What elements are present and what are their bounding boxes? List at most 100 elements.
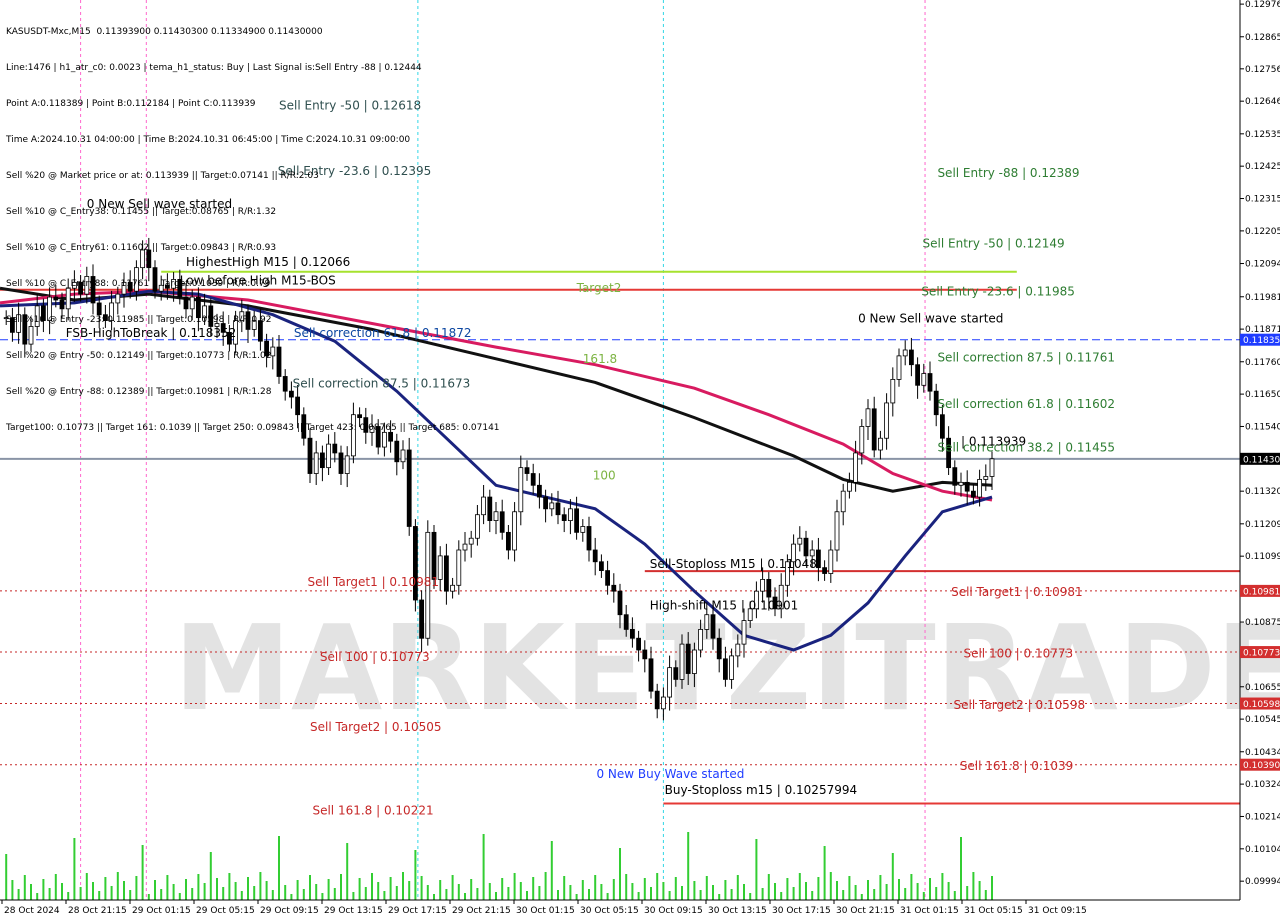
candle-body <box>896 355 902 380</box>
candle-body <box>828 549 834 574</box>
chart-annotation: Sell Target2 | 0.10598 <box>954 698 1086 712</box>
candle-body <box>561 514 567 521</box>
y-tick-label: 0.10104 <box>1245 845 1280 855</box>
candle-body <box>797 537 803 545</box>
chart-annotation: 0 New Buy Wave started <box>596 767 744 781</box>
candle-body <box>630 629 635 639</box>
candle-body <box>977 479 982 498</box>
y-tick-label: 0.11981 <box>1245 293 1280 303</box>
candle-body <box>419 599 425 639</box>
candle-body <box>530 473 536 486</box>
candle-body <box>512 511 517 551</box>
candle-body <box>543 496 548 510</box>
candle-body <box>971 490 976 498</box>
candle-body <box>698 629 703 651</box>
x-tick-label: 28 Oct 21:15 <box>68 906 127 916</box>
candle-body <box>648 658 654 692</box>
y-tick-label: 0.09994 <box>1245 877 1280 887</box>
chart-annotation: Sell correction 87.5 | 0.11761 <box>937 350 1115 364</box>
x-tick-label: 31 Oct 01:15 <box>900 906 959 916</box>
candle-body <box>735 643 741 657</box>
candle-body <box>915 364 920 386</box>
candle-body <box>667 667 672 698</box>
price-badge-label: 0.11835 <box>1243 336 1280 346</box>
candle-body <box>623 614 629 630</box>
chart-annotation: Target2 <box>576 281 622 295</box>
chart-annotation: Sell Target2 | 0.10505 <box>310 720 442 734</box>
candle-body <box>555 502 561 516</box>
chart-annotation: Sell 161.8 | 0.1039 <box>960 759 1074 773</box>
chart-annotation: 100 <box>593 468 616 482</box>
candle-body <box>940 414 945 439</box>
chart-annotation: Sell Target1 | 0.10981 <box>951 585 1083 599</box>
info-line: Point A:0.118389 | Point B:0.112184 | Po… <box>6 99 256 109</box>
candle-body <box>723 658 728 680</box>
candle-body <box>859 426 865 454</box>
candle-body <box>505 531 511 551</box>
candle-body <box>592 549 598 563</box>
candle-body <box>679 643 685 680</box>
y-tick-label: 0.11320 <box>1245 487 1280 497</box>
candle-body <box>704 614 710 630</box>
candle-body <box>983 476 989 480</box>
candle-body <box>443 555 449 592</box>
y-tick-label: 0.12756 <box>1245 65 1280 75</box>
candle-body <box>487 496 493 521</box>
y-tick-label: 0.11650 <box>1245 390 1280 400</box>
candle-body <box>605 570 610 586</box>
y-tick-label: 0.11209 <box>1245 520 1280 530</box>
candle-body <box>524 467 530 474</box>
info-line: Sell %10 @ C_Entry88: 0.11761 || Target:… <box>6 279 271 289</box>
candle-body <box>617 590 623 616</box>
candle-body <box>611 584 617 592</box>
candle-body <box>319 452 325 469</box>
candle-body <box>654 690 660 710</box>
candle-body <box>692 649 697 674</box>
candle-body <box>902 349 908 357</box>
chart-annotation: Sell Target1 | 0.10981 <box>308 575 440 589</box>
candle-body <box>599 561 604 571</box>
candle-body <box>840 490 846 513</box>
x-tick-label: 30 Oct 17:15 <box>772 906 831 916</box>
y-tick-label: 0.11871 <box>1245 325 1280 335</box>
y-tick-label: 0.12425 <box>1245 162 1280 172</box>
chart-annotation: Sell 100 | 0.10773 <box>320 650 430 664</box>
candle-body <box>766 579 772 598</box>
candle-body <box>642 649 648 660</box>
indicator-info-panel: KASUSDT-Mxc,M15 0.11393900 0.11430300 0.… <box>6 2 500 446</box>
price-badge-label: 0.10598 <box>1243 700 1280 710</box>
info-line: Line:1476 | h1_atr_c0: 0.0023 | tema_h1_… <box>6 63 422 73</box>
y-tick-label: 0.11540 <box>1245 422 1280 432</box>
x-tick-label: 31 Oct 09:15 <box>1028 906 1087 916</box>
x-tick-label: 29 Oct 05:15 <box>196 906 255 916</box>
candle-body <box>568 508 573 521</box>
candle-body <box>884 402 889 439</box>
y-tick-label: 0.10875 <box>1245 618 1280 628</box>
chart-annotation: High-shift M15 | 0.10901 <box>650 598 799 612</box>
y-tick-label: 0.12205 <box>1245 227 1280 237</box>
info-line: KASUSDT-Mxc,M15 0.11393900 0.11430300 0.… <box>6 27 323 37</box>
y-tick-label: 0.10324 <box>1245 780 1280 790</box>
candle-body <box>673 667 679 680</box>
candle-body <box>741 620 747 645</box>
candle-body <box>847 481 852 492</box>
x-tick-label: 29 Oct 21:15 <box>452 906 511 916</box>
candle-body <box>909 349 914 366</box>
y-tick-label: 0.12535 <box>1245 130 1280 140</box>
candle-body <box>865 408 871 427</box>
candle-body <box>493 511 499 521</box>
y-tick-label: 0.10214 <box>1245 812 1280 822</box>
candle-body <box>890 379 896 404</box>
candle-body <box>499 511 505 533</box>
x-tick-label: 28 Oct 2024 <box>4 906 60 916</box>
candle-body <box>412 526 418 601</box>
x-tick-label: 30 Oct 09:15 <box>644 906 703 916</box>
candle-body <box>661 696 666 710</box>
y-tick-label: 0.10655 <box>1245 683 1280 693</box>
info-line: Sell %20 @ Entry -50: 0.12149 || Target:… <box>6 351 272 361</box>
candle-body <box>431 531 437 580</box>
candle-body <box>549 502 555 510</box>
candle-body <box>574 508 579 533</box>
chart-annotation: Sell-Stoploss M15 | 0.11048 <box>650 557 817 571</box>
chart-annotation: Sell 100 | 0.10773 <box>963 646 1073 660</box>
